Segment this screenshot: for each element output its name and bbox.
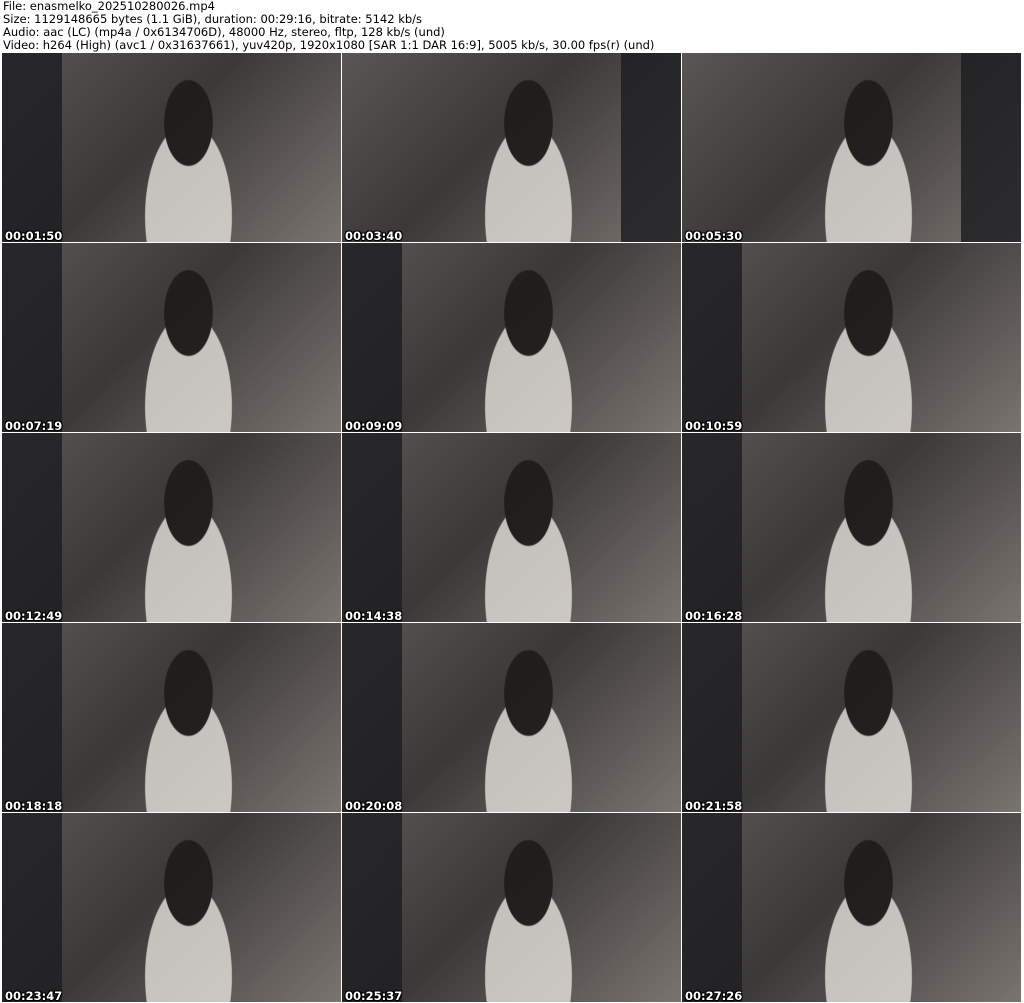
video-thumbnail[interactable]: 00:10:59 bbox=[682, 243, 1021, 432]
video-thumbnail[interactable]: 00:27:26 bbox=[682, 813, 1021, 1002]
timestamp-label: 00:10:59 bbox=[685, 419, 743, 432]
timestamp-label: 00:05:30 bbox=[685, 229, 743, 242]
frame-image bbox=[460, 71, 597, 242]
overlay-panel bbox=[342, 813, 402, 1002]
overlay-panel bbox=[342, 623, 402, 812]
video-thumbnail[interactable]: 00:23:47 bbox=[2, 813, 341, 1002]
frame-image bbox=[800, 831, 937, 1002]
overlay-panel bbox=[342, 243, 402, 432]
frame-image bbox=[120, 831, 257, 1002]
frame-image bbox=[120, 641, 257, 812]
frame-image bbox=[460, 641, 597, 812]
timestamp-label: 00:27:26 bbox=[685, 989, 743, 1002]
timestamp-label: 00:01:50 bbox=[5, 229, 63, 242]
frame-image bbox=[120, 71, 257, 242]
timestamp-label: 00:16:28 bbox=[685, 609, 743, 622]
overlay-panel bbox=[682, 433, 742, 622]
frame-image bbox=[120, 261, 257, 432]
video-thumbnail[interactable]: 00:05:30 bbox=[682, 53, 1021, 242]
frame-image bbox=[800, 261, 937, 432]
timestamp-label: 00:18:18 bbox=[5, 799, 63, 812]
video-info: Video: h264 (High) (avc1 / 0x31637661), … bbox=[3, 38, 655, 52]
video-thumbnail[interactable]: 00:09:09 bbox=[342, 243, 681, 432]
overlay-panel bbox=[682, 813, 742, 1002]
video-thumbnail[interactable]: 00:25:37 bbox=[342, 813, 681, 1002]
timestamp-label: 00:14:38 bbox=[345, 609, 403, 622]
overlay-panel bbox=[2, 53, 62, 242]
video-thumbnail[interactable]: 00:01:50 bbox=[2, 53, 341, 242]
video-thumbnail[interactable]: 00:18:18 bbox=[2, 623, 341, 812]
frame-image bbox=[460, 451, 597, 622]
timestamp-label: 00:07:19 bbox=[5, 419, 63, 432]
overlay-panel bbox=[961, 53, 1021, 242]
overlay-panel bbox=[2, 813, 62, 1002]
overlay-panel bbox=[2, 243, 62, 432]
overlay-panel bbox=[2, 623, 62, 812]
thumbnail-grid: 00:01:50 00:03:40 00:05:30 00:07:19 00:09:09… bbox=[2, 53, 1021, 1002]
video-thumbnail[interactable]: 00:21:58 bbox=[682, 623, 1021, 812]
frame-image bbox=[800, 451, 937, 622]
overlay-panel bbox=[682, 243, 742, 432]
timestamp-label: 00:12:49 bbox=[5, 609, 63, 622]
frame-image bbox=[120, 451, 257, 622]
video-thumbnail[interactable]: 00:20:08 bbox=[342, 623, 681, 812]
timestamp-label: 00:20:08 bbox=[345, 799, 403, 812]
frame-image bbox=[800, 71, 937, 242]
timestamp-label: 00:23:47 bbox=[5, 989, 63, 1002]
overlay-panel bbox=[342, 433, 402, 622]
timestamp-label: 00:25:37 bbox=[345, 989, 403, 1002]
timestamp-label: 00:21:58 bbox=[685, 799, 743, 812]
video-thumbnail[interactable]: 00:03:40 bbox=[342, 53, 681, 242]
frame-image bbox=[460, 831, 597, 1002]
frame-image bbox=[800, 641, 937, 812]
overlay-panel bbox=[2, 433, 62, 622]
timestamp-label: 00:09:09 bbox=[345, 419, 403, 432]
video-thumbnail[interactable]: 00:16:28 bbox=[682, 433, 1021, 622]
file-info-header: File: enasmelko_202510280026.mp4 Size: 1… bbox=[3, 0, 654, 52]
frame-image bbox=[460, 261, 597, 432]
video-thumbnail[interactable]: 00:12:49 bbox=[2, 433, 341, 622]
timestamp-label: 00:03:40 bbox=[345, 229, 403, 242]
overlay-panel bbox=[621, 53, 681, 242]
overlay-panel bbox=[682, 623, 742, 812]
video-thumbnail[interactable]: 00:14:38 bbox=[342, 433, 681, 622]
video-thumbnail[interactable]: 00:07:19 bbox=[2, 243, 341, 432]
